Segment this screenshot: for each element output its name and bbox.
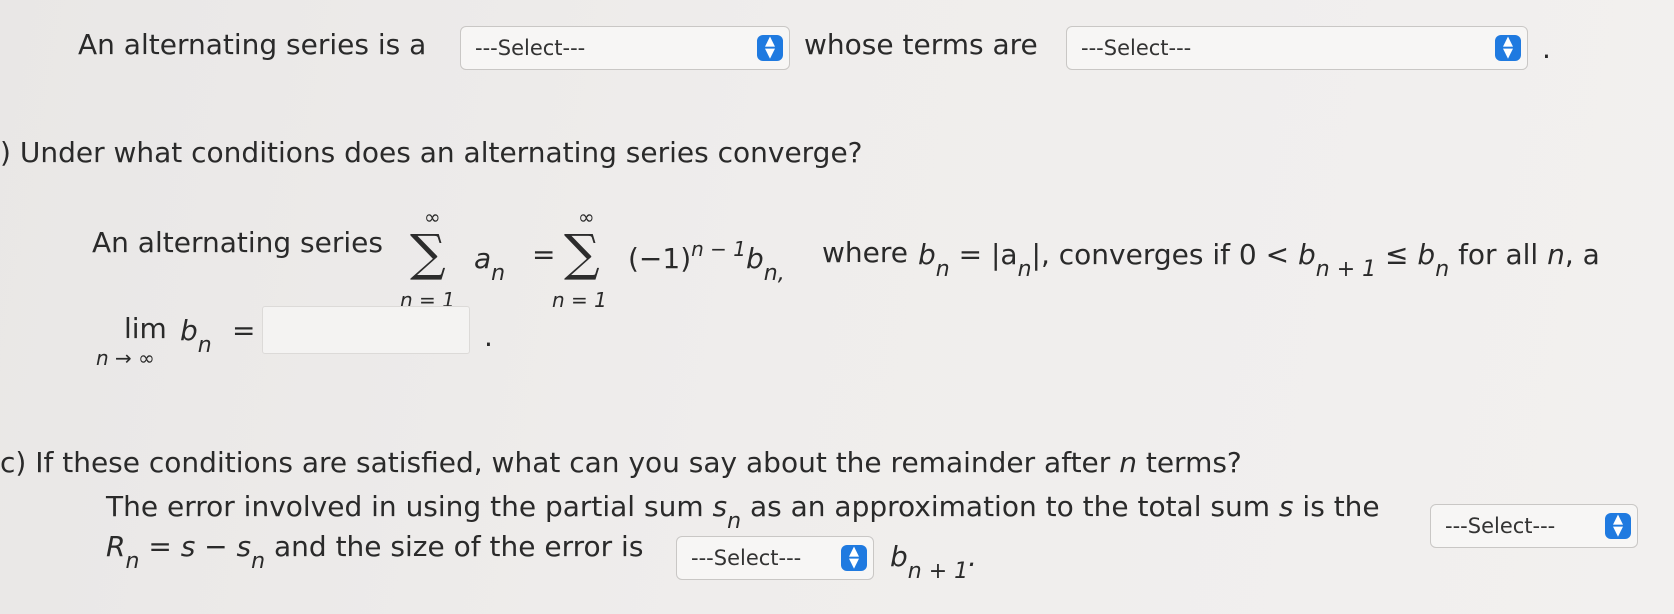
select-label: ---Select--- — [1081, 36, 1192, 60]
select-label: ---Select--- — [475, 36, 586, 60]
lim-bn: bn — [180, 314, 212, 358]
part-a-text-before: An alternating series is a — [78, 28, 427, 61]
part-a-end: . — [1542, 32, 1551, 65]
select-arrows-icon: ▲ ▼ — [757, 35, 783, 61]
bn-abs-definition: bn = |an|, converges if 0 < bn + 1 ≤ bn … — [918, 238, 1600, 282]
part-c-line2: Rn = s − sn and the size of the error is — [106, 530, 644, 574]
sum2-lower-limit: n = 1 — [552, 288, 607, 312]
alternating-term: (−1)n − 1bn, — [628, 237, 785, 286]
limit-period: . — [484, 320, 493, 353]
equals-sign: = — [532, 238, 556, 271]
a-n-term: an — [474, 242, 506, 286]
series-type-select[interactable]: ---Select--- ▲ ▼ — [460, 26, 790, 70]
sum2-sigma: ∑ — [564, 224, 600, 282]
limit-answer-input[interactable] — [262, 306, 470, 354]
part-a-text-middle: whose terms are — [804, 28, 1038, 61]
select-arrows-icon: ▲ ▼ — [1605, 513, 1631, 539]
select-label: ---Select--- — [1445, 514, 1556, 538]
part-c-line1: The error involved in using the partial … — [106, 490, 1380, 534]
lim-equals: = — [232, 314, 256, 347]
terms-sign-select[interactable]: ---Select--- ▲ ▼ — [1066, 26, 1528, 70]
error-type-select[interactable]: ---Select--- ▲ ▼ — [1430, 504, 1638, 548]
lim-text: lim — [124, 312, 167, 345]
part-b-lead: An alternating series — [92, 226, 383, 259]
where-text: where — [822, 236, 908, 269]
select-label: ---Select--- — [691, 546, 802, 570]
select-arrows-icon: ▲ ▼ — [1495, 35, 1521, 61]
lim-subscript: n → ∞ — [96, 346, 155, 370]
b-n-plus-1: bn + 1. — [890, 540, 978, 584]
select-arrows-icon: ▲ ▼ — [841, 545, 867, 571]
sum1-sigma: ∑ — [410, 224, 446, 282]
part-b-question: ) Under what conditions does an alternat… — [0, 136, 863, 169]
part-c-question: c) If these conditions are satisfied, wh… — [0, 446, 1242, 479]
error-bound-select[interactable]: ---Select--- ▲ ▼ — [676, 536, 874, 580]
